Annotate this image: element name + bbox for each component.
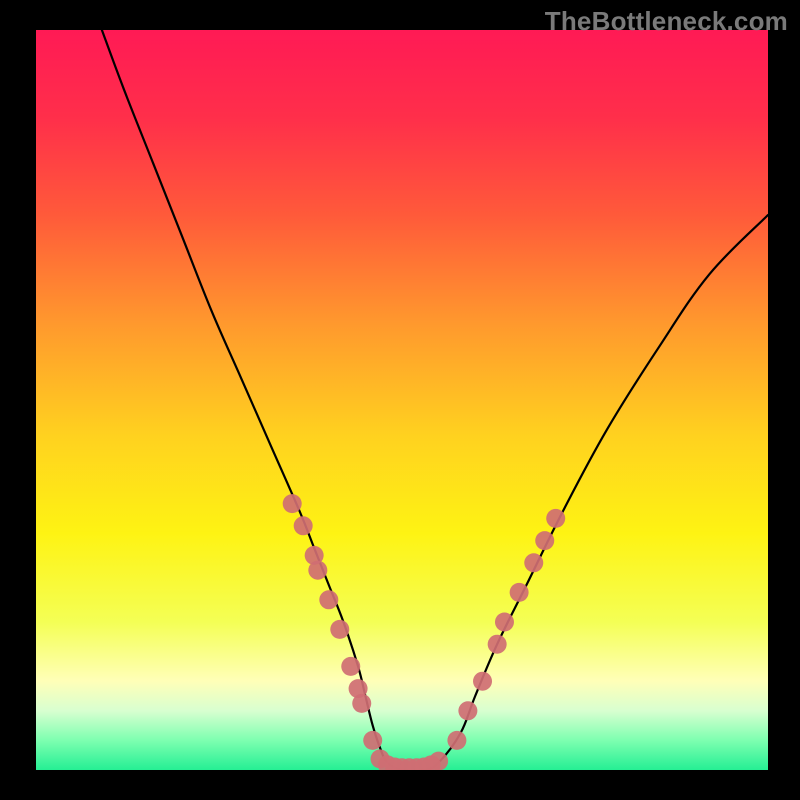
data-marker — [283, 494, 302, 513]
data-marker — [510, 583, 529, 602]
data-marker — [308, 561, 327, 580]
data-marker — [535, 531, 554, 550]
data-marker — [330, 620, 349, 639]
data-marker — [524, 553, 543, 572]
data-marker — [546, 509, 565, 528]
data-marker — [363, 731, 382, 750]
chart-svg — [36, 30, 768, 770]
plot-area — [36, 30, 768, 770]
chart-frame: TheBottleneck.com — [0, 0, 800, 800]
data-marker — [429, 752, 448, 770]
gradient-background — [36, 30, 768, 770]
data-marker — [447, 731, 466, 750]
data-marker — [495, 613, 514, 632]
data-marker — [319, 590, 338, 609]
data-marker — [488, 635, 507, 654]
data-marker — [458, 701, 477, 720]
data-marker — [294, 516, 313, 535]
data-marker — [473, 672, 492, 691]
data-marker — [352, 694, 371, 713]
data-marker — [341, 657, 360, 676]
